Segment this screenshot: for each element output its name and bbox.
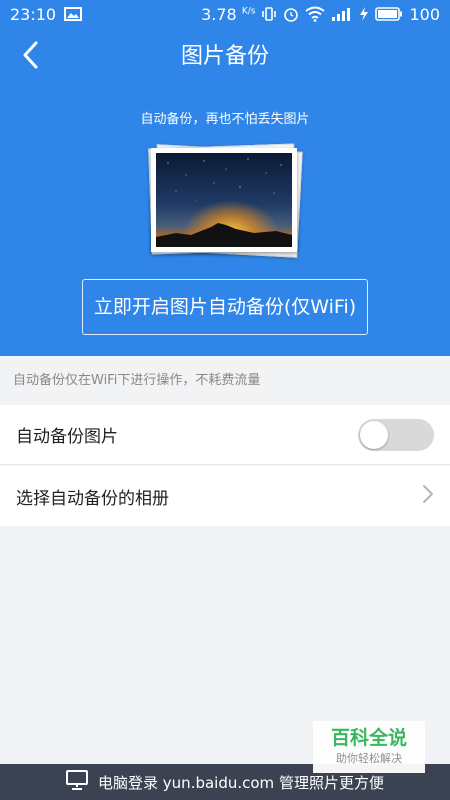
watermark-sub: 助你轻松解决 <box>336 752 402 765</box>
signal-icon <box>331 7 353 21</box>
watermark-logo: 百科全说 助你轻松解决 <box>313 721 425 773</box>
chevron-right-icon <box>422 484 434 509</box>
page-title: 图片备份 <box>180 44 269 69</box>
net-speed-value: 3.78 <box>201 4 237 24</box>
photo-front-card <box>151 148 297 252</box>
bottom-promo-text: 电脑登录 yun.baidu.com 管理照片更方便 <box>98 773 384 792</box>
alarm-icon <box>283 6 299 22</box>
vibrate-icon <box>261 6 277 22</box>
select-album-label: 选择自动备份的相册 <box>16 488 169 509</box>
select-album-row[interactable]: 选择自动备份的相册 <box>0 466 450 526</box>
hero-section: 自动备份，再也不怕丢失图片 立即开启图片自动备份(仅WiFi) <box>0 86 450 356</box>
auto-backup-toggle[interactable] <box>358 418 434 451</box>
title-bar: 图片备份 <box>0 28 450 86</box>
auto-backup-label: 自动备份图片 <box>16 427 118 447</box>
image-notification-icon <box>64 7 83 21</box>
enable-auto-backup-button[interactable]: 立即开启图片自动备份(仅WiFi) <box>82 279 368 335</box>
wifi-icon <box>305 6 326 22</box>
watermark-main: 百科全说 <box>330 727 407 749</box>
net-speed-unit: K/s <box>241 6 256 17</box>
battery-level: 100 <box>409 4 440 24</box>
status-time: 23:10 <box>10 4 57 24</box>
battery-icon <box>375 7 403 21</box>
hero-tagline: 自动备份，再也不怕丢失图片 <box>140 112 310 127</box>
night-sky-photo <box>156 153 292 247</box>
status-bar: 23:10 3.78 K/s 100 <box>0 0 450 28</box>
monitor-icon <box>66 770 89 794</box>
auto-backup-row: 自动备份图片 <box>0 405 450 465</box>
charging-icon <box>359 7 369 21</box>
wifi-notice: 自动备份仅在WiFi下进行操作，不耗费流量 <box>0 356 450 404</box>
toggle-knob <box>360 420 388 449</box>
net-speed: 3.78 K/s <box>201 5 255 24</box>
photo-stack-illustration <box>148 143 303 258</box>
